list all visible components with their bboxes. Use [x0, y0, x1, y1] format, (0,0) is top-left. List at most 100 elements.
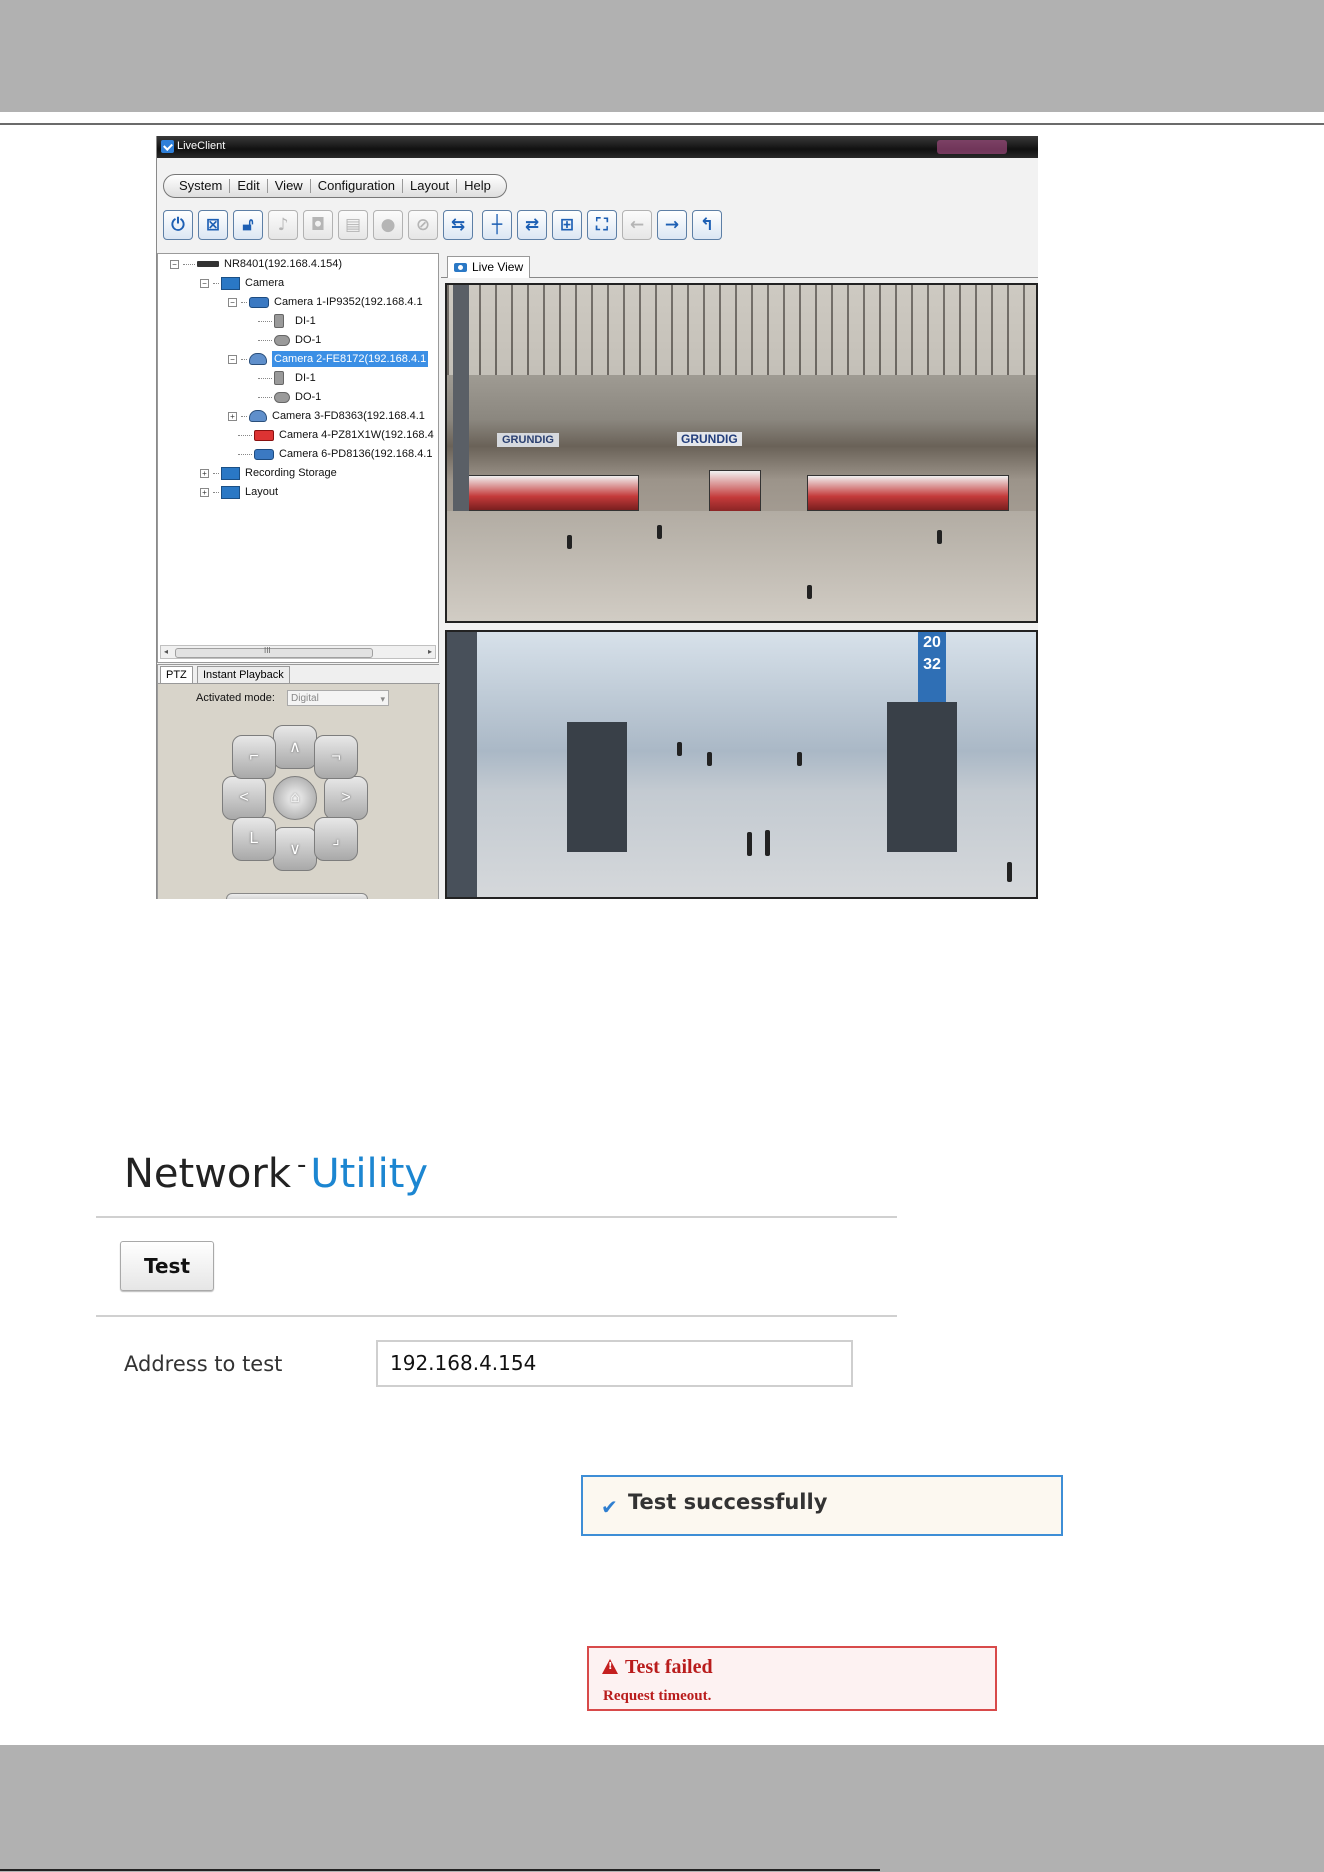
collapse-icon[interactable]: −: [200, 278, 209, 288]
scroll-right-icon[interactable]: ▸: [428, 647, 432, 656]
success-message: Test successfully: [628, 1490, 828, 1514]
tree-label-nvr: NR8401(192.168.4.154): [224, 258, 343, 270]
collapse-icon[interactable]: −: [228, 297, 237, 307]
station-sign-center: GRUNDIG: [677, 432, 742, 446]
tree-connector: [183, 263, 195, 265]
menu-help[interactable]: Help: [457, 179, 498, 193]
ptz-down-right-button[interactable]: ⌟: [314, 817, 358, 861]
print-icon[interactable]: ▤: [338, 210, 368, 240]
tree-label-do: DO-1: [295, 334, 322, 346]
collapse-icon[interactable]: −: [228, 354, 237, 364]
speaker-icon[interactable]: ♪: [268, 210, 298, 240]
lock-icon[interactable]: 🔓︎: [233, 210, 263, 240]
tree-item-layout[interactable]: + Layout: [200, 484, 278, 500]
person: [707, 752, 712, 766]
person: [747, 832, 752, 856]
ptz-tab-strip: PTZ Instant Playback: [158, 665, 440, 684]
tree-connector: [213, 491, 219, 493]
camera-icon: [454, 263, 467, 272]
power-icon[interactable]: ⏻: [163, 210, 193, 240]
expand-icon[interactable]: +: [200, 468, 209, 478]
ptz-left-button[interactable]: <: [222, 776, 266, 820]
liveclient-window: LiveClient System Edit View Configuratio…: [156, 136, 1038, 899]
tree-label-camera-group: Camera: [245, 277, 285, 289]
tree-item-camera-4[interactable]: Camera 4-PZ81X1W(192.168.4: [238, 427, 434, 443]
tab-ptz[interactable]: PTZ: [160, 666, 193, 683]
tree-item-recording-storage[interactable]: + Recording Storage: [200, 465, 337, 481]
video-feed-airport[interactable]: 20 32: [445, 630, 1038, 899]
export-icon[interactable]: ⇆: [443, 210, 473, 240]
train-right: [807, 475, 1009, 511]
tree-item-nvr[interactable]: − NR8401(192.168.4.154): [170, 256, 342, 272]
back-arrow-icon[interactable]: ←: [622, 210, 652, 240]
tree-item-camera-1-do[interactable]: DO-1: [258, 332, 321, 348]
footer-rule: [0, 1869, 880, 1871]
address-to-test-input[interactable]: 192.168.4.154: [376, 1340, 853, 1387]
scroll-thumb[interactable]: III: [175, 646, 373, 658]
disconnect-icon[interactable]: ⊠: [198, 210, 228, 240]
menu-configuration[interactable]: Configuration: [311, 179, 404, 193]
digital-output-icon: [274, 334, 290, 346]
ptz-right-button[interactable]: >: [324, 776, 368, 820]
digital-input-icon: [274, 371, 284, 385]
tree-connector: [213, 472, 219, 474]
person: [765, 830, 770, 856]
tab-instant-playback[interactable]: Instant Playback: [197, 666, 290, 683]
tree-connector: [241, 415, 247, 417]
ptz-up-button[interactable]: ∧: [273, 725, 317, 769]
camera-offline-icon: [254, 429, 274, 441]
scroll-left-icon[interactable]: ◂: [164, 647, 168, 656]
ptz-zoom-bar[interactable]: [226, 893, 368, 899]
person: [657, 525, 662, 539]
home-icon[interactable]: ⌂: [273, 776, 317, 820]
ptz-direction-pad: ∧ ∨ < > ⌐ ¬ L ⌟ ⌂: [220, 723, 370, 873]
header-rule: [0, 123, 1324, 125]
menu-system[interactable]: System: [172, 179, 231, 193]
activated-mode-select[interactable]: Digital: [287, 690, 389, 707]
tree-item-camera-1-di[interactable]: DI-1: [258, 313, 316, 329]
error-detail: Request timeout.: [603, 1688, 712, 1704]
menu-view[interactable]: View: [268, 179, 311, 193]
collapse-icon[interactable]: −: [170, 259, 179, 269]
menu-layout[interactable]: Layout: [403, 179, 458, 193]
activated-mode-label: Activated mode:: [196, 692, 275, 704]
tree-connector: [241, 358, 247, 360]
tree-item-camera-1[interactable]: − Camera 1-IP9352(192.168.4.1: [228, 294, 423, 310]
tree-label-camera-1: Camera 1-IP9352(192.168.4.1: [274, 296, 423, 308]
camera-icon: [254, 448, 274, 460]
test-button[interactable]: Test: [120, 1241, 214, 1291]
tree-item-camera-group[interactable]: − Camera: [200, 275, 284, 291]
tree-horizontal-scrollbar[interactable]: ◂ III ▸: [160, 645, 436, 659]
tree-connector: [238, 453, 252, 455]
ptz-up-left-button[interactable]: ⌐: [232, 735, 276, 779]
stop-icon[interactable]: ⊘: [408, 210, 438, 240]
ptz-down-left-button[interactable]: L: [232, 817, 276, 861]
grid-snap-icon[interactable]: ┼: [482, 210, 512, 240]
swap-icon[interactable]: ⇄: [517, 210, 547, 240]
person: [807, 585, 812, 599]
tree-item-camera-2[interactable]: − Camera 2-FE8172(192.168.4.1: [228, 351, 429, 367]
expand-icon[interactable]: +: [228, 411, 237, 421]
return-icon[interactable]: ↰: [692, 210, 722, 240]
video-feed-station[interactable]: GRUNDIG GRUNDIG: [445, 283, 1038, 623]
menu-edit[interactable]: Edit: [230, 179, 268, 193]
pillar: [567, 722, 627, 852]
tree-item-camera-2-di[interactable]: DI-1: [258, 370, 316, 386]
success-alert: ✔ Test successfully: [581, 1475, 1063, 1536]
page-footer-band: [0, 1745, 1324, 1872]
ptz-up-right-button[interactable]: ¬: [314, 735, 358, 779]
tree-item-camera-3[interactable]: + Camera 3-FD8363(192.168.4.1: [228, 408, 425, 424]
dome-camera-icon: [249, 353, 267, 365]
tree-item-camera-6[interactable]: Camera 6-PD8136(192.168.4.1: [238, 446, 432, 462]
ptz-down-button[interactable]: ∨: [273, 827, 317, 871]
fullscreen-icon[interactable]: ⛶: [587, 210, 617, 240]
tree-item-camera-2-do[interactable]: DO-1: [258, 389, 321, 405]
tree-connector: [213, 282, 219, 284]
tab-live-view[interactable]: Live View: [447, 256, 531, 278]
record-icon[interactable]: ●: [373, 210, 403, 240]
layout-grid-icon[interactable]: ⊞: [552, 210, 582, 240]
expand-icon[interactable]: +: [200, 487, 209, 497]
forward-arrow-icon[interactable]: →: [657, 210, 687, 240]
folder-icon: [221, 276, 240, 290]
snapshot-icon[interactable]: ◘: [303, 210, 333, 240]
